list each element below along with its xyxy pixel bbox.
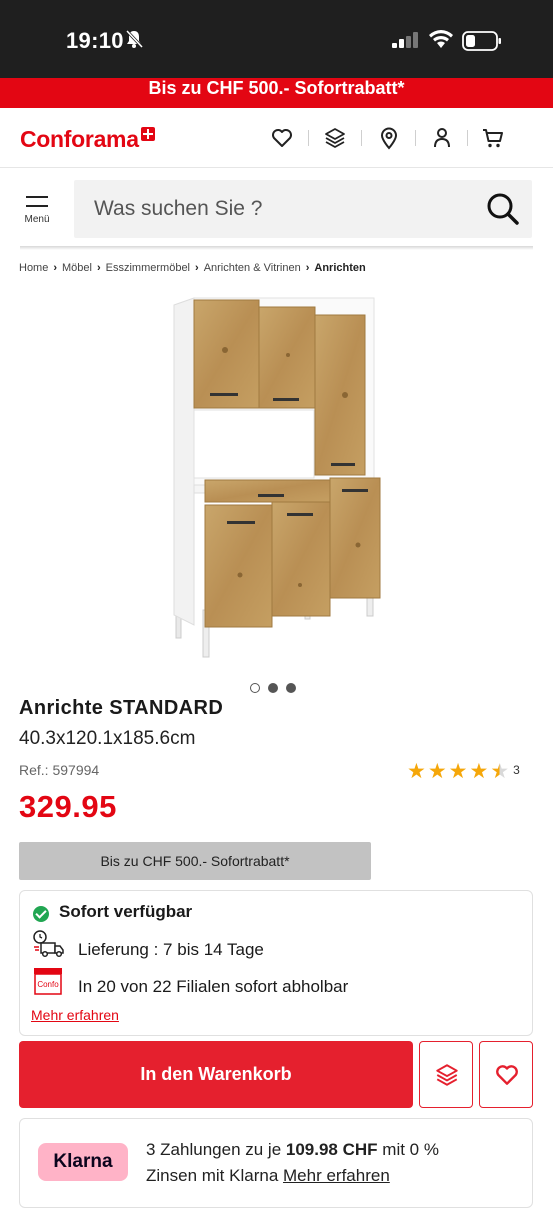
product-ref: Ref.: 597994	[19, 762, 100, 778]
search-input[interactable]	[94, 180, 474, 238]
product-title: Anrichte STANDARD	[19, 697, 224, 719]
klarna-logo: Klarna	[38, 1143, 128, 1181]
search-divider	[20, 246, 533, 250]
klarna-amount: 109.98 CHF	[285, 1140, 378, 1159]
layers-icon	[436, 1064, 458, 1086]
breadcrumb-item-esszimmermoebel[interactable]: Esszimmermöbel	[106, 262, 190, 274]
conforama-logo[interactable]: Conforama	[20, 126, 155, 153]
breadcrumb-item-moebel[interactable]: Möbel	[62, 262, 92, 274]
star-icon: ★	[427, 760, 447, 783]
breadcrumb-item-anrichten-vitrinen[interactable]: Anrichten & Vitrinen	[204, 262, 301, 274]
klarna-text-suffix: mit 0 %	[382, 1140, 439, 1159]
star-icon: ★	[448, 760, 468, 783]
wifi-icon	[429, 30, 453, 48]
status-time: 19:10	[66, 28, 124, 53]
add-to-cart-button[interactable]: In den Warenkorb	[19, 1041, 413, 1108]
header-divider	[361, 130, 362, 146]
user-icon[interactable]	[430, 126, 454, 150]
gallery-dot[interactable]	[268, 683, 278, 693]
logo-text: Conforama	[20, 126, 139, 152]
gallery-dot[interactable]	[286, 683, 296, 693]
gallery-dot[interactable]	[250, 683, 260, 693]
breadcrumb-item-home[interactable]: Home	[19, 262, 48, 274]
bell-muted-icon	[125, 29, 144, 49]
product-price: 329.95	[19, 789, 117, 824]
product-dimensions: 40.3x120.1x185.6cm	[19, 728, 196, 749]
store-pickup-text: In 20 von 22 Filialen sofort abholbar	[78, 977, 349, 996]
signal-icon	[392, 32, 418, 48]
chevron-right-icon: ›	[195, 262, 199, 274]
svg-text:Confo: Confo	[37, 980, 59, 989]
klarna-text: 3 Zahlungen zu je 109.98 CHF mit 0 % Zin…	[146, 1137, 516, 1189]
chevron-right-icon: ›	[305, 262, 310, 274]
chevron-right-icon: ›	[96, 262, 101, 274]
klarna-text-prefix: 3 Zahlungen zu je	[146, 1140, 282, 1159]
klarna-more-link[interactable]: Mehr erfahren	[283, 1166, 390, 1185]
breadcrumb-current: Anrichten	[314, 262, 366, 274]
status-bar: 19:10	[0, 0, 553, 78]
promo-banner[interactable]: Bis zu CHF 500.- Sofortrabatt*	[0, 78, 553, 108]
store-icon: Confo	[34, 968, 62, 995]
layers-icon[interactable]	[323, 126, 347, 150]
menu-label: Menü	[24, 214, 50, 225]
heart-icon	[496, 1065, 518, 1085]
klarna-text-line2: Zinsen mit Klarna	[146, 1166, 279, 1185]
availability-title: Sofort verfügbar	[59, 902, 193, 921]
gallery-pagination	[250, 680, 304, 698]
header-divider	[308, 130, 309, 146]
cart-icon[interactable]	[481, 126, 505, 150]
hamburger-icon	[26, 196, 48, 207]
availability-box: Sofort verfügbar Lieferung : 7 bis 14 Ta…	[19, 890, 533, 1036]
star-half-icon: ★	[490, 760, 510, 783]
delivery-truck-icon	[33, 930, 64, 958]
search-icon[interactable]	[484, 190, 522, 228]
location-icon[interactable]	[377, 126, 401, 150]
breadcrumb: Home › Möbel › Esszimmermöbel › Anrichten & Vi…	[19, 262, 366, 274]
site-header: Conforama	[0, 108, 553, 168]
swiss-cross-icon	[140, 127, 155, 141]
header-divider	[415, 130, 416, 146]
klarna-box: Klarna 3 Zahlungen zu je 109.98 CHF mit …	[19, 1118, 533, 1208]
wishlist-button[interactable]	[479, 1041, 533, 1108]
discount-badge: Bis zu CHF 500.- Sofortrabatt*	[19, 842, 371, 880]
more-info-link[interactable]: Mehr erfahren	[31, 1007, 119, 1023]
menu-button[interactable]: Menü	[16, 190, 58, 230]
compare-button[interactable]	[419, 1041, 473, 1108]
battery-icon	[462, 31, 501, 51]
star-icon: ★	[469, 760, 489, 783]
heart-icon[interactable]	[270, 126, 294, 150]
header-divider	[467, 130, 468, 146]
product-image[interactable]	[160, 295, 400, 660]
chevron-right-icon: ›	[53, 262, 58, 274]
star-icon: ★	[407, 760, 426, 783]
search-bar	[74, 180, 532, 238]
delivery-text: Lieferung : 7 bis 14 Tage	[78, 940, 264, 959]
product-rating[interactable]: ★★★★★ 3	[407, 759, 520, 784]
rating-count: 3	[513, 763, 520, 777]
check-circle-icon	[33, 906, 49, 922]
